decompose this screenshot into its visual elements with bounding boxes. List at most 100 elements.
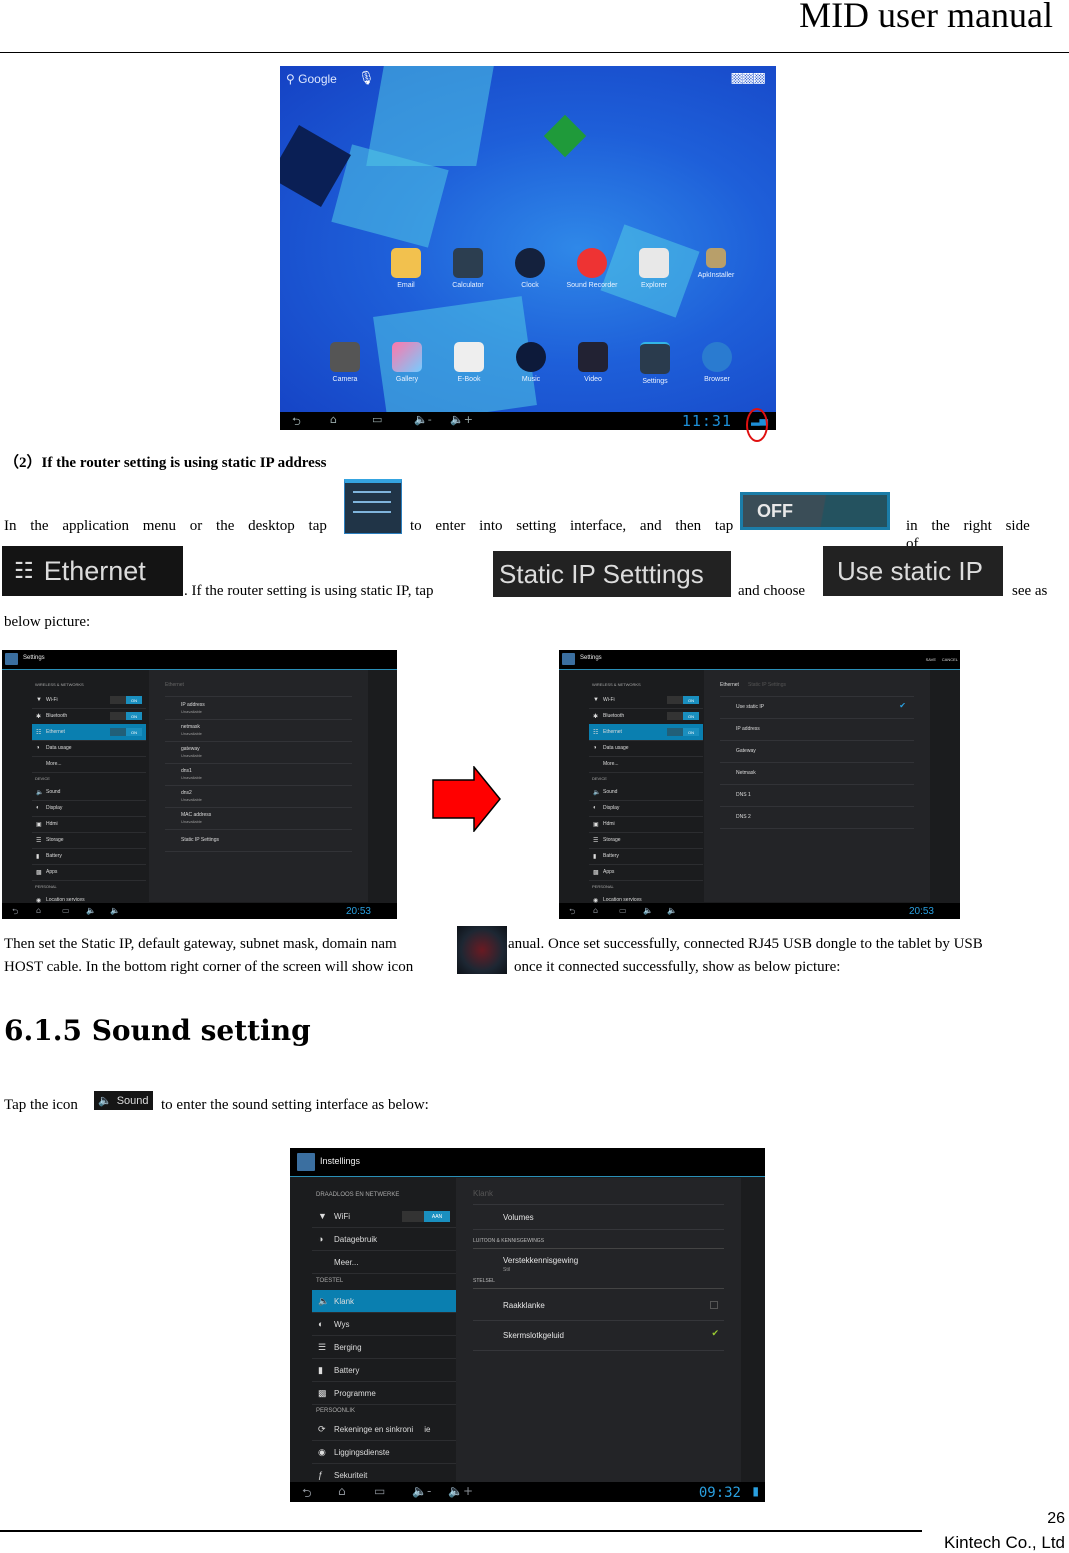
sidebar-item-display[interactable]: ◐ Display [589,800,703,817]
sidebar-item-location[interactable]: ◉ Liggingsdienste [312,1441,456,1464]
home-icon[interactable]: ⌂ [330,413,337,426]
sidebar-item-apps[interactable]: ▩ Programme [312,1382,456,1405]
sidebar-item-more[interactable]: Meer... [312,1251,456,1274]
volume-down-icon[interactable]: 🔈- [412,1484,431,1498]
back-icon[interactable]: ⮌ [292,413,301,430]
back-icon[interactable]: ⮌ [569,906,575,919]
sidebar-item-data-usage[interactable]: ◑ Datagebruik [312,1228,456,1251]
sidebar-item-apps[interactable]: ▩ Apps [589,864,703,881]
sidebar-item-sound[interactable]: 🔈 Klank [312,1290,456,1313]
app-camera[interactable]: Camera [314,342,376,385]
back-icon[interactable]: ⮌ [302,1484,312,1502]
wifi-toggle[interactable]: ON [110,696,142,704]
sidebar-item-hdmi[interactable]: ▣ Hdmi [32,816,146,833]
sidebar-item-wifi[interactable]: ▼ WiFi AAN [312,1205,456,1228]
sidebar-item-more[interactable]: More... [589,756,703,773]
wifi-toggle[interactable]: AAN [402,1211,450,1222]
volume-up-icon[interactable]: 🔈 [667,906,677,915]
recent-apps-icon[interactable]: ▭ [62,906,70,915]
volume-up-icon[interactable]: 🔈+ [448,1484,473,1498]
detail-row-netmask[interactable]: netmask Unavailable [165,719,352,742]
sidebar-item-bluetooth[interactable]: ✱ Bluetooth ON [32,708,146,725]
checkbox-checked-icon[interactable]: ✔ [899,701,906,710]
sidebar-item-storage[interactable]: ☰ Berging [312,1336,456,1359]
volume-up-icon[interactable]: 🔈 [110,906,120,915]
sidebar-item-bluetooth[interactable]: ✱ Bluetooth ON [589,708,703,725]
app-music[interactable]: Music [500,342,562,385]
sidebar-item-ethernet[interactable]: ☷ Ethernet ON [589,724,703,741]
detail-row-gateway[interactable]: gateway Unavailable [165,741,352,764]
microphone-icon[interactable]: 🎙 [358,70,375,86]
checkbox-unchecked-icon[interactable] [710,1301,718,1309]
recent-apps-icon[interactable]: ▭ [372,413,382,426]
detail-row-static-ip-settings[interactable]: Static IP Settings [165,829,352,852]
bluetooth-toggle[interactable]: ON [667,712,699,720]
detail-row-dns1[interactable]: DNS 1 [720,784,914,807]
app-sound-recorder[interactable]: Sound Recorder [561,248,623,289]
sidebar-item-display[interactable]: ◐ Display [32,800,146,817]
all-apps-icon[interactable]: ▩▩▩ [730,70,766,87]
setting-touch-sounds[interactable]: Raakklanke [473,1290,724,1321]
sidebar-item-apps[interactable]: ▩ Apps [32,864,146,881]
sidebar-item-more[interactable]: More... [32,756,146,773]
recent-apps-icon[interactable]: ▭ [374,1484,385,1498]
detail-row-ip-address[interactable]: IP address Unavailable [165,697,352,720]
back-icon[interactable]: ⮌ [12,906,18,919]
cancel-button[interactable]: CANCEL [942,657,958,662]
app-browser[interactable]: Browser [686,342,748,385]
recent-apps-icon[interactable]: ▭ [619,906,627,915]
section-header: TOESTEL [316,1278,344,1284]
app-calculator[interactable]: Calculator [437,248,499,289]
detail-row-ip-address[interactable]: IP address [720,718,914,741]
sidebar-item-wifi[interactable]: ▼ Wi-Fi ON [589,692,703,709]
app-video[interactable]: Video [562,342,624,385]
app-explorer[interactable]: Explorer [623,248,685,289]
sidebar-item-sound[interactable]: 🔈 Sound [32,784,146,801]
hdmi-icon: ▣ [593,821,599,828]
detail-row-gateway[interactable]: Gateway [720,740,914,763]
app-ebook[interactable]: E-Book [438,342,500,385]
bluetooth-toggle[interactable]: ON [110,712,142,720]
ethernet-toggle[interactable]: ON [667,728,699,736]
detail-row-dns1[interactable]: dns1 Unavailable [165,763,352,786]
sidebar-item-data-usage[interactable]: ◑ Data usage [32,740,146,757]
sidebar-item-data-usage[interactable]: ◑ Data usage [589,740,703,757]
sidebar-item-storage[interactable]: ☰ Storage [32,832,146,849]
sidebar-item-hdmi[interactable]: ▣ Hdmi [589,816,703,833]
setting-default-notification[interactable]: Verstekkennisgewing Stil [473,1250,724,1276]
detail-row-mac-address[interactable]: MAC address Unavailable [165,807,352,830]
app-apkinstaller[interactable]: ApkInstaller [685,248,747,289]
sidebar-item-battery[interactable]: ▮ Battery [32,848,146,865]
detail-row-use-static-ip[interactable]: Use static IP ✔ [720,696,914,719]
home-icon[interactable]: ⌂ [338,1484,346,1498]
volume-up-icon[interactable]: 🔈+ [450,413,473,426]
setting-volumes[interactable]: Volumes [473,1205,724,1230]
sidebar-item-display[interactable]: ◐ Wys [312,1313,456,1336]
setting-screen-lock-sound[interactable]: Skermslotkgeluid ✔ [473,1320,724,1351]
volume-down-icon[interactable]: 🔈- [414,413,432,426]
home-icon[interactable]: ⌂ [593,906,598,915]
save-button[interactable]: SAVE [926,657,936,662]
volume-down-icon[interactable]: 🔈 [643,906,653,915]
app-clock[interactable]: Clock [499,248,561,289]
detail-row-dns2[interactable]: dns2 Unavailable [165,785,352,808]
checkbox-checked-icon[interactable]: ✔ [711,1328,719,1339]
detail-row-netmask[interactable]: Netmask [720,762,914,785]
sidebar-item-sound[interactable]: 🔈 Sound [589,784,703,801]
wifi-toggle[interactable]: ON [667,696,699,704]
volume-down-icon[interactable]: 🔈 [86,906,96,915]
app-email[interactable]: Email [375,248,437,289]
app-gallery[interactable]: Gallery [376,342,438,385]
sidebar-item-storage[interactable]: ☰ Storage [589,832,703,849]
sidebar-item-battery[interactable]: ▮ Battery [312,1359,456,1382]
ethernet-toggle[interactable]: ON [110,728,142,736]
sidebar-item-ethernet[interactable]: ☷ Ethernet ON [32,724,146,741]
app-settings[interactable]: Settings [624,342,686,385]
breadcrumb-parent[interactable]: Ethernet [720,682,739,688]
sidebar-item-battery[interactable]: ▮ Battery [589,848,703,865]
google-search-bar[interactable]: ⚲ Google [286,72,337,86]
sidebar-item-accounts-sync[interactable]: ⟳ Rekeninge en sinkroni ie [312,1418,456,1441]
home-icon[interactable]: ⌂ [36,906,41,915]
sidebar-item-wifi[interactable]: ▼ Wi-Fi ON [32,692,146,709]
detail-row-dns2[interactable]: DNS 2 [720,806,914,829]
